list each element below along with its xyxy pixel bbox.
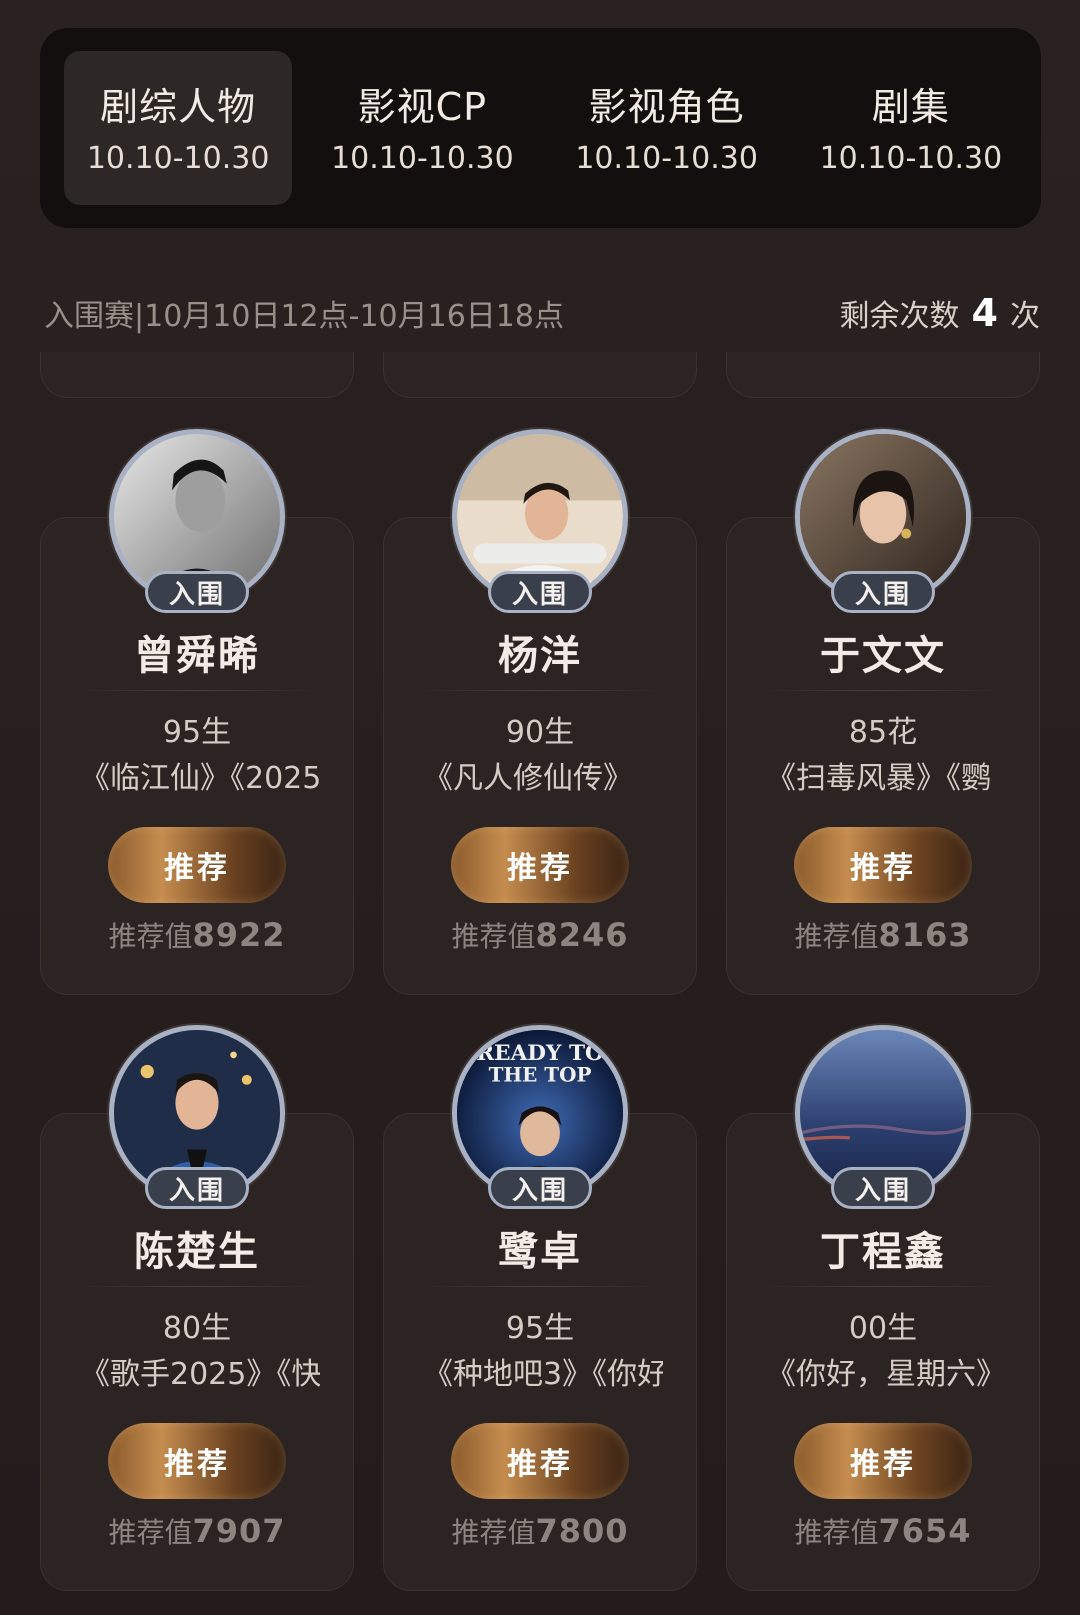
divider (763, 690, 1003, 691)
recommend-button[interactable]: 推荐 (108, 1423, 286, 1499)
recommend-score: 推荐值7800 (383, 1511, 697, 1551)
score-value: 7654 (878, 1512, 972, 1550)
recommend-score: 推荐值8246 (383, 915, 697, 955)
qualified-badge: 入围 (488, 571, 592, 613)
tab-title: 影视CP (357, 84, 488, 129)
divider (763, 1286, 1003, 1287)
svg-text:THE TOP: THE TOP (489, 1062, 592, 1086)
qualified-badge: 入围 (145, 1167, 249, 1209)
tab-date: 10.10-10.30 (331, 140, 514, 176)
candidate-tag: 95生 (162, 715, 232, 750)
qualified-badge: 入围 (145, 571, 249, 613)
score-label: 推荐值 (451, 1516, 536, 1549)
qualified-badge: 入围 (831, 1167, 935, 1209)
tab-date: 10.10-10.30 (575, 140, 758, 176)
candidate-name: 陈楚生 (134, 1229, 260, 1275)
candidate-works: 《种地吧3》《你好 (423, 1357, 663, 1392)
tab-series[interactable]: 剧集 10.10-10.30 (797, 51, 1025, 205)
candidate-works: 《凡人修仙传》 (423, 761, 633, 796)
candidate-works: 《扫毒风暴》《鹦 (766, 761, 991, 796)
card-partial (40, 352, 354, 398)
candidate-tag: 80生 (162, 1311, 232, 1346)
recommend-score: 推荐值7907 (40, 1511, 354, 1551)
divider (420, 1286, 660, 1287)
score-value: 8922 (192, 916, 286, 954)
candidate-works: 《歌手2025》《快 (80, 1357, 320, 1392)
candidate-name: 曾舜晞 (134, 633, 260, 679)
candidate-tag: 95生 (505, 1311, 575, 1346)
recommend-button[interactable]: 推荐 (451, 827, 629, 903)
recommend-score: 推荐值7654 (726, 1511, 1040, 1551)
candidate-tag: 90生 (505, 715, 575, 750)
candidate-name: 丁程鑫 (820, 1229, 946, 1275)
qualified-badge: 入围 (831, 571, 935, 613)
recommend-button[interactable]: 推荐 (794, 1423, 972, 1499)
score-label: 推荐值 (794, 1516, 879, 1549)
remaining-label: 剩余次数 (839, 299, 960, 334)
tab-date: 10.10-10.30 (86, 140, 270, 176)
tab-title: 剧集 (871, 84, 950, 129)
round-schedule: 入围赛|10月10日12点-10月16日18点 (44, 299, 564, 334)
score-label: 推荐值 (108, 1516, 193, 1549)
divider (77, 690, 317, 691)
candidate-tag: 85花 (848, 715, 918, 750)
recommend-button[interactable]: 推荐 (108, 827, 286, 903)
divider (420, 690, 660, 691)
candidate-name: 于文文 (820, 633, 946, 679)
tab-drama-variety-person[interactable]: 剧综人物 10.10-10.30 (64, 51, 293, 205)
score-value: 7800 (535, 1512, 629, 1550)
score-value: 8163 (878, 916, 972, 954)
recommend-score: 推荐值8922 (40, 915, 354, 955)
candidate-name: 鹭卓 (498, 1229, 582, 1275)
page: 剧综人物 10.10-10.30 影视CP 10.10-10.30 影视角色 1… (0, 0, 1080, 1615)
score-label: 推荐值 (451, 920, 536, 953)
remaining-votes: 剩余次数 4 次 (840, 291, 1040, 335)
tab-title: 剧综人物 (100, 84, 257, 129)
tab-film-role[interactable]: 影视角色 10.10-10.30 (553, 51, 781, 205)
score-value: 8246 (535, 916, 629, 954)
candidate-tag: 00生 (848, 1311, 918, 1346)
tab-date: 10.10-10.30 (819, 140, 1003, 176)
card-partial (383, 352, 697, 398)
score-value: 7907 (192, 1512, 286, 1550)
round-info-bar: 入围赛|10月10日12点-10月16日18点 剩余次数 4 次 (44, 288, 1040, 338)
tab-film-cp[interactable]: 影视CP 10.10-10.30 (308, 51, 536, 205)
remaining-count: 4 (971, 291, 998, 335)
card-partial (726, 352, 1040, 398)
candidate-name: 杨洋 (498, 633, 582, 679)
candidate-works: 《你好，星期六》 (766, 1357, 1006, 1392)
score-label: 推荐值 (794, 920, 879, 953)
recommend-score: 推荐值8163 (726, 915, 1040, 955)
recommend-button[interactable]: 推荐 (451, 1423, 629, 1499)
qualified-badge: 入围 (488, 1167, 592, 1209)
category-tabs: 剧综人物 10.10-10.30 影视CP 10.10-10.30 影视角色 1… (40, 28, 1041, 228)
remaining-unit: 次 (1010, 299, 1040, 334)
candidate-works: 《临江仙》《2025 (80, 761, 320, 796)
score-label: 推荐值 (108, 920, 193, 953)
recommend-button[interactable]: 推荐 (794, 827, 972, 903)
tab-title: 影视角色 (588, 84, 745, 129)
divider (77, 1286, 317, 1287)
